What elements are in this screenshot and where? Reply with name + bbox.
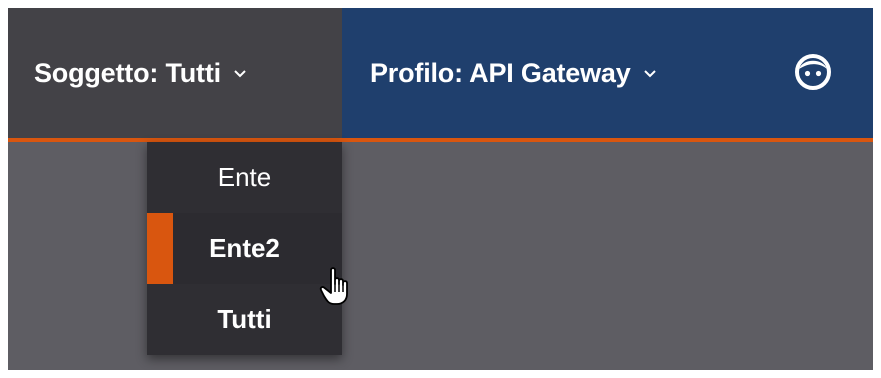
dropdown-item-label: Ente [217,162,272,192]
soggetto-dropdown-toggle[interactable]: Soggetto: Tutti [8,8,342,138]
user-face-icon [793,52,833,97]
app-frame: Soggetto: Tutti Profilo: API Gateway Ent… [8,8,873,370]
soggetto-label: Soggetto: Tutti [34,57,221,88]
soggetto-dropdown-menu: Ente Ente2 Tutti [147,142,342,355]
profilo-label: Profilo: API Gateway [370,57,631,88]
dropdown-item-tutti[interactable]: Tutti [147,284,342,355]
chevron-down-icon [643,66,657,84]
user-menu-button[interactable] [790,52,836,96]
navbar-accent-line [8,138,873,142]
top-navbar: Soggetto: Tutti Profilo: API Gateway [8,8,873,138]
chevron-down-icon [233,66,247,84]
dropdown-item-label: Tutti [217,304,272,334]
dropdown-item-ente[interactable]: Ente [147,142,342,213]
dropdown-item-ente2[interactable]: Ente2 [147,213,342,284]
dropdown-item-label: Ente2 [209,233,280,263]
